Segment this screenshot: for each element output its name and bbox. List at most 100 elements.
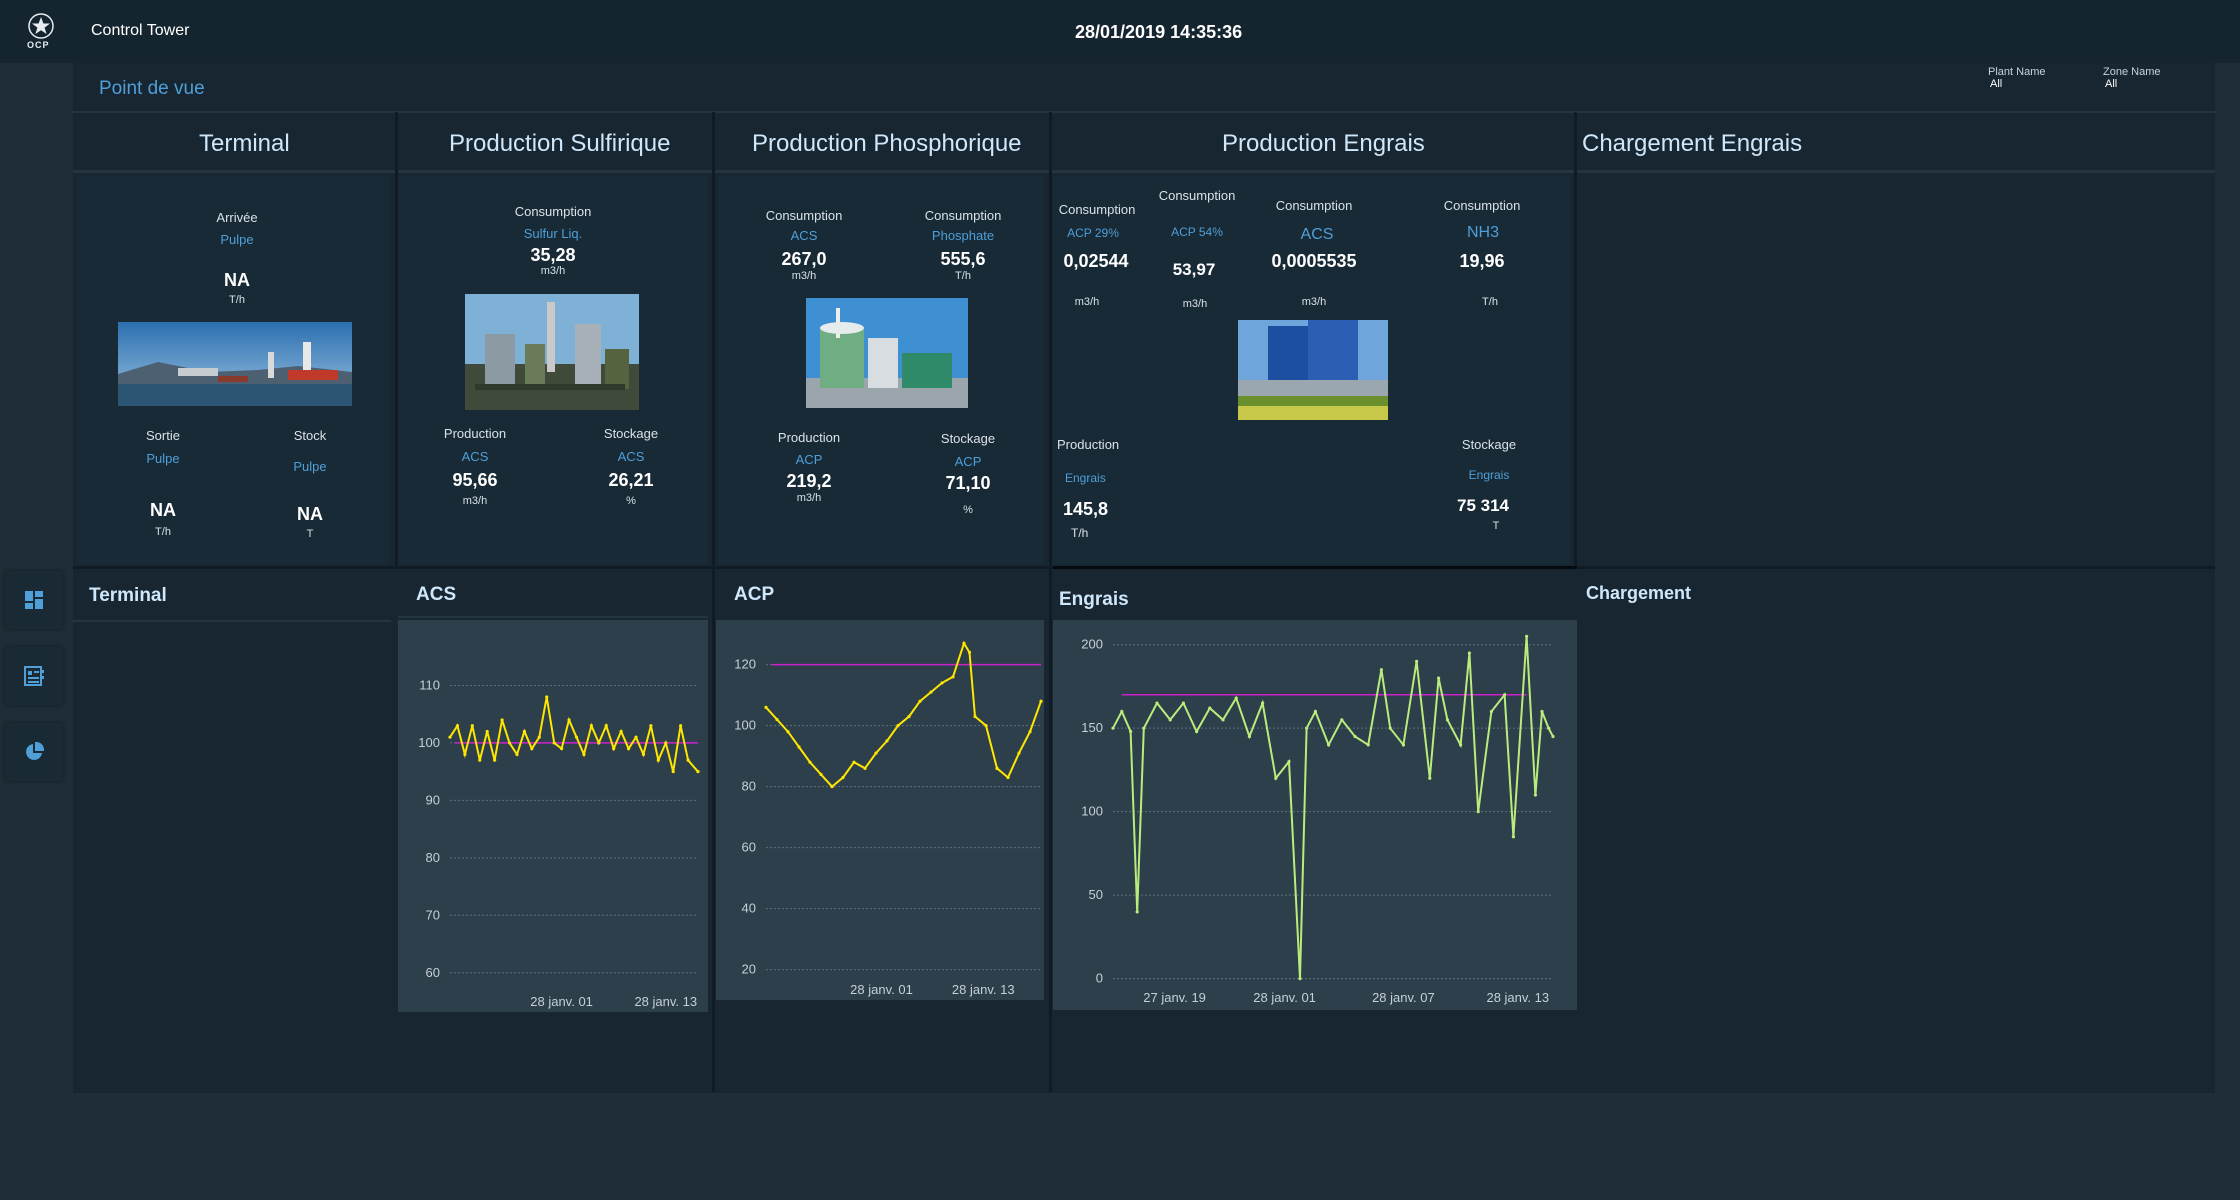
data-point — [786, 730, 790, 734]
data-point — [1327, 743, 1331, 747]
y-tick-label: 150 — [1081, 720, 1103, 735]
acs-chart[interactable]: 110 100 90 80 70 60 28 janv. 01 28 janv. 13 — [398, 620, 708, 1012]
data-point — [1261, 701, 1265, 705]
ocp-logo[interactable]: OCP — [24, 12, 58, 52]
data-point — [1305, 726, 1309, 730]
arrivee-label: Arrivée — [216, 210, 258, 225]
nav-analytics-button[interactable] — [5, 723, 63, 781]
data-point — [463, 752, 467, 757]
engr-consumption3-label: Consumption — [1275, 198, 1353, 213]
arrivee-value: NA — [224, 270, 250, 290]
data-point — [1017, 751, 1021, 755]
data-point — [918, 699, 922, 703]
data-point — [1028, 730, 1032, 734]
series-line — [1112, 636, 1554, 979]
bottom-title-terminal: Terminal — [89, 585, 167, 606]
sulf-production-label: Production — [443, 426, 507, 441]
y-tick-label: 80 — [426, 850, 440, 865]
data-point — [455, 724, 460, 728]
data-point — [1142, 726, 1146, 730]
data-point — [1181, 701, 1185, 705]
engr-stockage-value: 75 314 — [1457, 496, 1509, 515]
sulf-consumption-label: Consumption — [514, 204, 592, 219]
sortie-unit: T/h — [155, 526, 171, 538]
data-point — [589, 724, 593, 728]
data-point — [896, 724, 900, 728]
engr-consumption2-product: ACP 54% — [1171, 225, 1223, 239]
point-de-vue-label: Point de vue — [99, 78, 205, 99]
data-point — [522, 729, 526, 734]
data-point — [797, 745, 801, 749]
data-point — [500, 718, 504, 722]
stock-product: Pulpe — [293, 459, 327, 474]
column-separator — [1049, 112, 1052, 1092]
sortie-product: Pulpe — [146, 451, 180, 466]
data-point — [841, 775, 845, 780]
engrais-chart[interactable]: 200 150 100 50 0 27 janv. 19 28 janv. 01 28 jan… — [1053, 620, 1577, 1010]
data-point — [973, 714, 977, 719]
data-point — [1039, 699, 1043, 703]
stock-unit: T — [306, 528, 314, 540]
fertilizer-plant-photo — [1238, 320, 1388, 420]
data-point — [1208, 706, 1212, 710]
data-point — [929, 690, 933, 694]
data-point — [764, 705, 768, 709]
y-tick-label: 120 — [734, 657, 756, 672]
zone-name-filter[interactable]: Zone Name All — [2103, 66, 2203, 100]
data-point — [1379, 668, 1383, 672]
data-point — [1533, 793, 1537, 797]
column-separator — [1574, 112, 1577, 567]
data-point — [1195, 729, 1199, 734]
x-tick-label: 27 janv. 19 — [1143, 990, 1206, 1005]
data-point — [967, 650, 972, 655]
arrivee-unit: T/h — [229, 294, 245, 306]
data-point — [984, 724, 988, 728]
engr-consumption4-unit: T/h — [1482, 296, 1498, 308]
engr-consumption2-value: 53,97 — [1172, 260, 1216, 279]
plant-name-filter[interactable]: Plant Name All — [1988, 66, 2088, 100]
data-point — [626, 747, 631, 751]
data-point — [1006, 775, 1010, 780]
nav-dashboard-button[interactable] — [5, 571, 63, 629]
data-point — [1540, 709, 1544, 714]
phos-production-unit: m3/h — [796, 492, 822, 504]
section-title-chargement: Chargement Engrais — [1582, 130, 1803, 157]
x-tick-label: 28 janv. 13 — [634, 994, 697, 1009]
y-tick-label: 90 — [426, 792, 440, 807]
engr-stockage-label: Stockage — [1461, 437, 1517, 452]
zone-name-value: All — [2105, 78, 2118, 90]
acp-chart[interactable]: 120 100 80 60 40 20 28 janv. 01 28 janv. 13 — [716, 620, 1044, 1000]
engr-consumption1-unit: m3/h — [1074, 296, 1100, 308]
data-point — [1428, 776, 1432, 780]
data-point — [1525, 634, 1529, 638]
engr-production-product: Engrais — [1065, 471, 1106, 485]
data-point — [485, 729, 489, 734]
engr-consumption2-unit: m3/h — [1182, 298, 1208, 310]
data-point — [1503, 693, 1507, 697]
data-point — [597, 741, 601, 745]
data-point — [808, 760, 812, 764]
phos-stockage-unit: % — [963, 504, 973, 516]
sortie-label: Sortie — [146, 428, 180, 443]
data-point — [863, 766, 867, 770]
data-point — [1459, 743, 1463, 747]
bottom-title-chargement: Chargement — [1586, 583, 1692, 603]
y-tick-label: 50 — [1089, 887, 1103, 902]
data-point — [1129, 729, 1133, 734]
data-point — [696, 770, 700, 774]
section-title-engrais: Production Engrais — [1222, 130, 1425, 157]
data-point — [1547, 726, 1551, 730]
dashboard-icon — [25, 591, 43, 609]
data-point — [1120, 709, 1124, 714]
engrais-chart-svg: 200 150 100 50 0 27 janv. 19 28 janv. 01 28 jan… — [1081, 634, 1555, 1005]
data-point — [619, 729, 623, 734]
data-point — [1340, 718, 1344, 722]
data-point — [493, 758, 497, 762]
y-tick-label: 60 — [742, 840, 756, 855]
pie-chart-icon — [26, 742, 44, 760]
engr-consumption3-product: ACS — [1300, 226, 1334, 243]
data-point — [567, 718, 571, 722]
nav-report-button[interactable] — [5, 647, 63, 705]
x-tick-label: 28 janv. 13 — [952, 982, 1015, 997]
phos-consumption1-product: ACS — [790, 228, 818, 243]
